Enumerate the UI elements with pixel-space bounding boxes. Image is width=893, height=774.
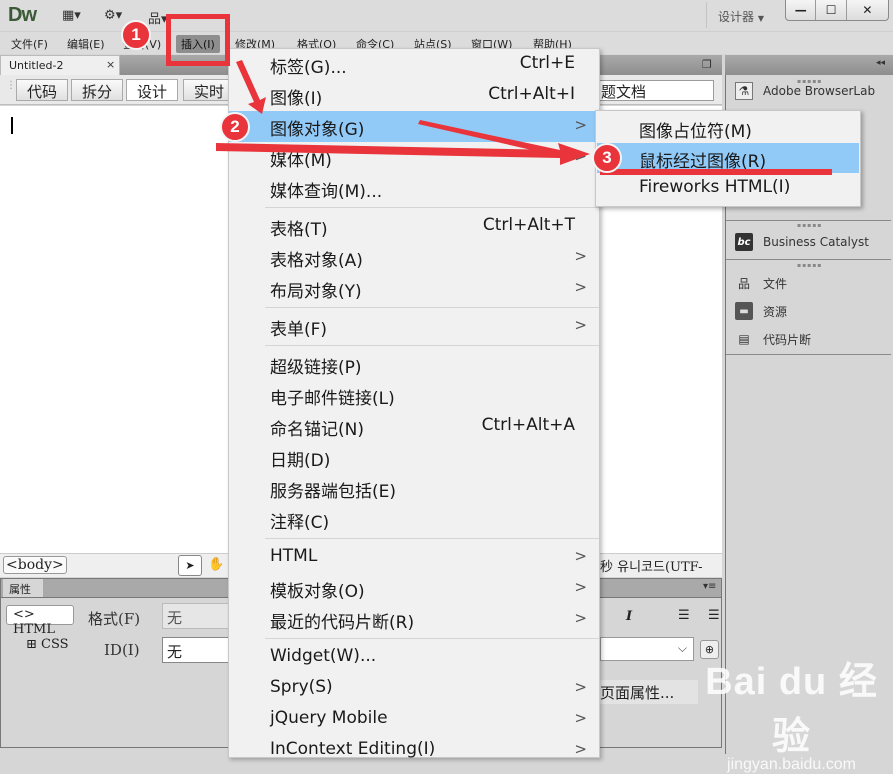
baidu-watermark: Bai du 经验 jingyan.baidu.com [690,650,893,774]
annotation-arrow-1 [236,60,266,114]
annotation-underline-3 [600,169,832,175]
annotation-step-2: 2 [220,112,250,142]
watermark-url: jingyan.baidu.com [727,756,856,773]
annotation-arrows [216,60,832,175]
watermark-logo: Bai du 经验 [705,661,878,758]
annotation-step-1: 1 [121,20,151,50]
annotation-step-3: 3 [592,143,622,173]
